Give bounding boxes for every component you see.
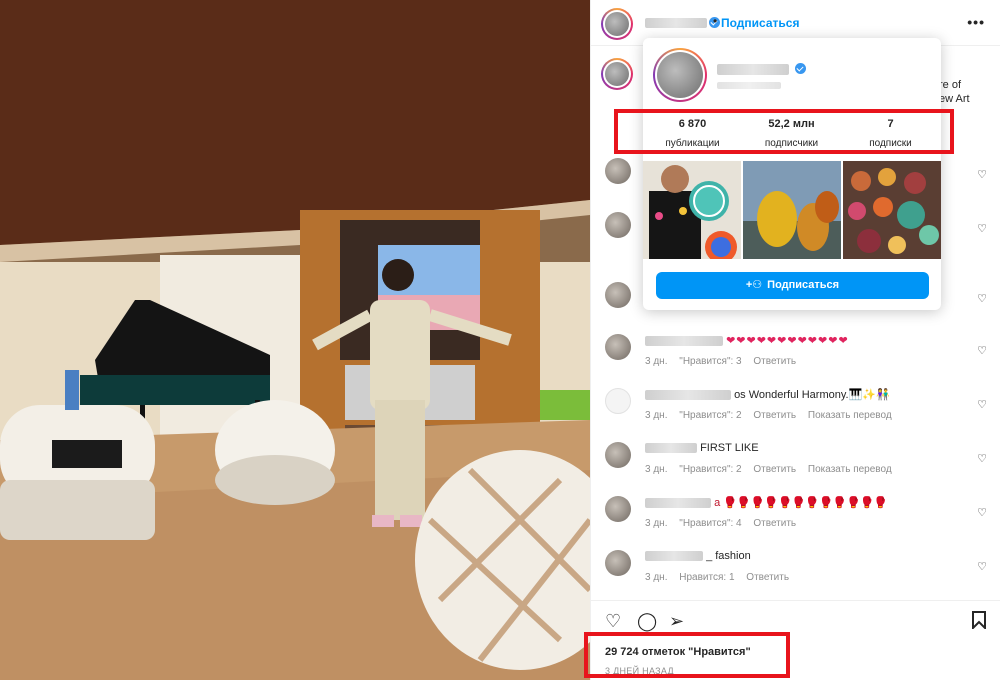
comment-like-heart-icon[interactable]: ♡: [977, 398, 987, 411]
comment-like-heart-icon[interactable]: ♡: [977, 452, 987, 465]
comment-body: ❤❤❤❤❤❤❤❤❤❤❤❤: [726, 335, 849, 347]
author-username-blurred[interactable]: [645, 18, 707, 28]
likes-highlight-box: [584, 632, 790, 678]
comment-likes[interactable]: "Нравится": 2: [679, 410, 741, 421]
comment-like-heart-icon[interactable]: ♡: [977, 292, 987, 305]
comment-item: ❤❤❤❤❤❤❤❤❤❤❤❤ 3 дн. "Нравится": 3 Ответит…: [605, 334, 991, 384]
follow-button-label: Подписаться: [767, 279, 840, 291]
instagram-post-view: • Подписаться ••• re of ew Art ♡ ♡ ♡ ❤❤❤…: [0, 0, 1000, 680]
comment-like-heart-icon[interactable]: ♡: [977, 560, 987, 573]
comment-icon[interactable]: ◯: [637, 611, 657, 632]
profile-fullname-blurred: [717, 82, 781, 89]
comment-meta: 3 дн. "Нравится": 2 Ответить Показать пе…: [645, 410, 901, 421]
comment-age: 3 дн.: [645, 572, 668, 583]
living-room-photo: [0, 0, 590, 680]
reply-button[interactable]: Ответить: [746, 572, 789, 583]
comment-text: a 🥊🥊🥊🥊🥊🥊🥊🥊🥊🥊🥊🥊: [645, 496, 888, 509]
profile-avatar[interactable]: [653, 48, 707, 102]
separator-dot: •: [713, 14, 718, 28]
add-user-icon: +⚇: [745, 279, 763, 291]
more-options-icon[interactable]: •••: [967, 14, 985, 30]
follow-button[interactable]: +⚇ Подписаться: [656, 272, 929, 299]
commenter-username-blurred[interactable]: [645, 336, 723, 347]
recent-post-thumbnail[interactable]: [643, 161, 741, 259]
caption-author-avatar[interactable]: [601, 58, 633, 90]
comment-like-heart-icon[interactable]: ♡: [977, 222, 987, 235]
comment-age: 3 дн.: [645, 464, 668, 475]
comment-meta: 3 дн. "Нравится": 3 Ответить: [645, 356, 805, 367]
comment-like-heart-icon[interactable]: ♡: [977, 506, 987, 519]
commenter-username-blurred[interactable]: [645, 390, 731, 401]
comment-item: os Wonderful Harmony.🎹✨👫 3 дн. "Нравится…: [605, 388, 991, 438]
post-photo[interactable]: [0, 0, 590, 680]
commenter-username-blurred[interactable]: [645, 443, 697, 454]
comment-like-heart-icon[interactable]: ♡: [977, 168, 987, 181]
bookmark-icon[interactable]: [971, 611, 987, 634]
commenter-avatar[interactable]: [605, 442, 631, 468]
reply-button[interactable]: Ответить: [753, 518, 796, 529]
comment-item: _ fashion 3 дн. Нравится: 1 Ответить ♡: [605, 550, 991, 600]
recent-posts-grid: [643, 161, 941, 259]
caption-text: re of ew Art: [939, 79, 970, 105]
reply-button[interactable]: Ответить: [753, 464, 796, 475]
comment-body: os Wonderful Harmony.🎹✨👫: [734, 389, 890, 401]
comment-meta: 3 дн. Нравится: 1 Ответить: [645, 572, 798, 583]
commenter-username-blurred[interactable]: [645, 498, 711, 509]
follow-link[interactable]: Подписаться: [721, 16, 799, 30]
comment-likes[interactable]: Нравится: 1: [679, 572, 734, 583]
comment-item: FIRST LIKE 3 дн. "Нравится": 2 Ответить …: [605, 442, 991, 492]
comment-item: a 🥊🥊🥊🥊🥊🥊🥊🥊🥊🥊🥊🥊 3 дн. "Нравится": 4 Ответ…: [605, 496, 991, 546]
share-icon[interactable]: ➢: [669, 611, 684, 632]
show-translation-button[interactable]: Показать перевод: [808, 410, 892, 421]
comment-likes[interactable]: "Нравится": 3: [679, 356, 741, 367]
comment-text: _ fashion: [645, 550, 751, 562]
recent-post-thumbnail[interactable]: [843, 161, 941, 259]
heart-icon[interactable]: ♡: [605, 611, 621, 632]
comment-text: FIRST LIKE: [645, 442, 759, 454]
commenter-avatar[interactable]: [605, 212, 631, 238]
profile-hover-card: 6 870 публикации 52,2 млн подписчики 7 п…: [643, 38, 941, 310]
comment-text: ❤❤❤❤❤❤❤❤❤❤❤❤: [645, 334, 849, 347]
commenter-username-blurred[interactable]: [645, 551, 703, 562]
commenter-avatar[interactable]: [605, 282, 631, 308]
comment-likes[interactable]: "Нравится": 2: [679, 464, 741, 475]
profile-username-blurred[interactable]: [717, 64, 789, 75]
commenter-avatar[interactable]: [605, 496, 631, 522]
commenter-avatar[interactable]: [605, 158, 631, 184]
comment-age: 3 дн.: [645, 356, 668, 367]
commenter-avatar[interactable]: [605, 334, 631, 360]
comment-body: FIRST LIKE: [700, 442, 759, 454]
reply-button[interactable]: Ответить: [753, 410, 796, 421]
comment-body: a 🥊🥊🥊🥊🥊🥊🥊🥊🥊🥊🥊🥊: [714, 497, 888, 509]
comment-likes[interactable]: "Нравится": 4: [679, 518, 741, 529]
verified-icon: [795, 63, 806, 74]
comment-body: _ fashion: [706, 550, 751, 562]
commenter-avatar[interactable]: [605, 550, 631, 576]
comment-meta: 3 дн. "Нравится": 4 Ответить: [645, 518, 805, 529]
comment-age: 3 дн.: [645, 518, 668, 529]
comment-meta: 3 дн. "Нравится": 2 Ответить Показать пе…: [645, 464, 901, 475]
reply-button[interactable]: Ответить: [753, 356, 796, 367]
comment-age: 3 дн.: [645, 410, 668, 421]
recent-post-thumbnail[interactable]: [743, 161, 841, 259]
show-translation-button[interactable]: Показать перевод: [808, 464, 892, 475]
comment-text: os Wonderful Harmony.🎹✨👫: [645, 388, 890, 401]
author-avatar[interactable]: [601, 8, 633, 40]
stats-highlight-box: [614, 109, 954, 154]
commenter-avatar[interactable]: [605, 388, 631, 414]
comment-like-heart-icon[interactable]: ♡: [977, 344, 987, 357]
